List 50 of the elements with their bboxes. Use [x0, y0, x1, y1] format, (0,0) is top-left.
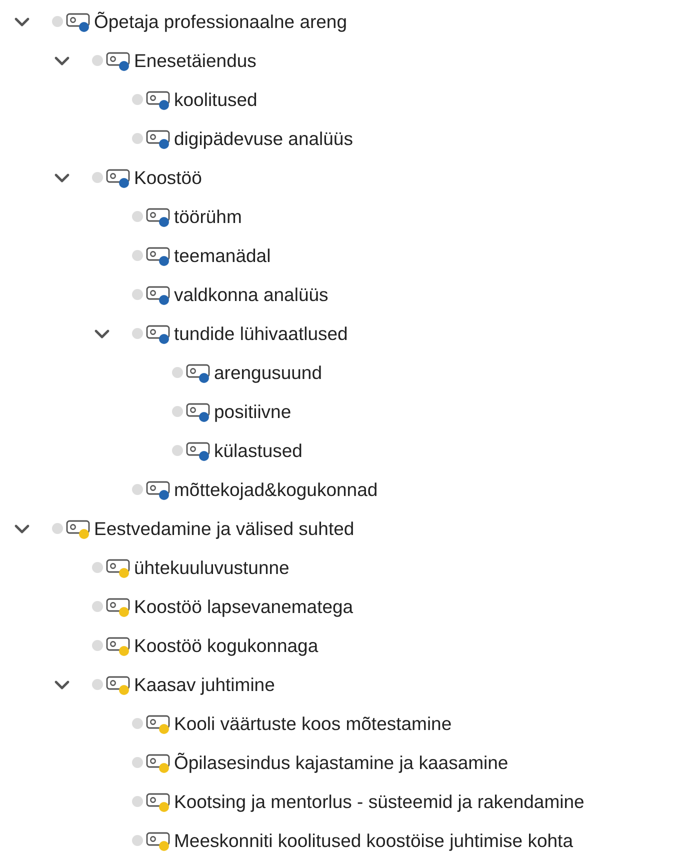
- status-dot: [52, 523, 63, 534]
- status-dot: [132, 250, 143, 261]
- tree-item-label[interactable]: Enesetäiendus: [134, 50, 256, 72]
- tree-item-label[interactable]: ühtekuuluvustunne: [134, 556, 290, 578]
- chevron-icon[interactable]: [54, 56, 70, 66]
- tree-item-label[interactable]: Õpilasesindus kajastamine ja kaasamine: [174, 752, 508, 774]
- chevron-icon[interactable]: [94, 328, 110, 338]
- status-dot: [132, 133, 143, 144]
- tree-item-label[interactable]: Meeskonniti koolitused koostöise juhtimise kohta: [174, 830, 573, 852]
- status-dot: [52, 16, 63, 27]
- tree-item-label[interactable]: töörühm: [174, 206, 242, 228]
- status-dot: [92, 55, 103, 66]
- status-dot: [132, 835, 143, 846]
- chevron-icon[interactable]: [54, 680, 70, 690]
- chevron-icon[interactable]: [54, 172, 70, 182]
- tree-item-label[interactable]: digipädevuse analüüs: [174, 128, 353, 150]
- tree-item-label[interactable]: mõttekojad&kogukonnad: [174, 478, 378, 500]
- status-dot: [172, 406, 183, 417]
- tree-item-label[interactable]: teemanädal: [174, 244, 271, 266]
- status-dot: [132, 484, 143, 495]
- tree-item-label[interactable]: Eestvedamine ja välised suhted: [94, 518, 354, 540]
- tree-item-label[interactable]: arengusuund: [214, 362, 322, 384]
- status-dot: [132, 211, 143, 222]
- status-dot: [132, 718, 143, 729]
- tree-item-label[interactable]: positiivne: [214, 400, 292, 422]
- tree-item-label[interactable]: Koostöö: [134, 166, 202, 188]
- status-dot: [132, 757, 143, 768]
- status-dot: [132, 328, 143, 339]
- status-dot: [92, 640, 103, 651]
- status-dot: [92, 679, 103, 690]
- status-dot: [92, 172, 103, 183]
- status-dot: [172, 367, 183, 378]
- tree-item-label[interactable]: Kootsing ja mentorlus - süsteemid ja rakendamine: [174, 790, 584, 812]
- status-dot: [132, 289, 143, 300]
- tree-item-label[interactable]: Kooli väärtuste koos mõtestamine: [174, 712, 452, 734]
- status-dot: [92, 601, 103, 612]
- tree-item-label[interactable]: tundide lühivaatlused: [174, 322, 348, 344]
- status-dot: [132, 94, 143, 105]
- tree-item-label[interactable]: valdkonna analüüs: [174, 284, 328, 306]
- status-dot: [132, 796, 143, 807]
- status-dot: [172, 445, 183, 456]
- tree-item-label[interactable]: Õpetaja professionaalne areng: [94, 10, 348, 32]
- tree-item-label[interactable]: külastused: [214, 440, 302, 462]
- tree-item-label[interactable]: Koostöö kogukonnaga: [134, 634, 318, 656]
- chevron-icon[interactable]: [14, 524, 30, 534]
- tree-item-label[interactable]: Kaasav juhtimine: [134, 674, 275, 696]
- status-dot: [92, 562, 103, 573]
- chevron-icon[interactable]: [14, 16, 30, 26]
- tree-item-label[interactable]: Koostöö lapsevanematega: [134, 596, 354, 618]
- tree-item-label[interactable]: koolitused: [174, 88, 258, 110]
